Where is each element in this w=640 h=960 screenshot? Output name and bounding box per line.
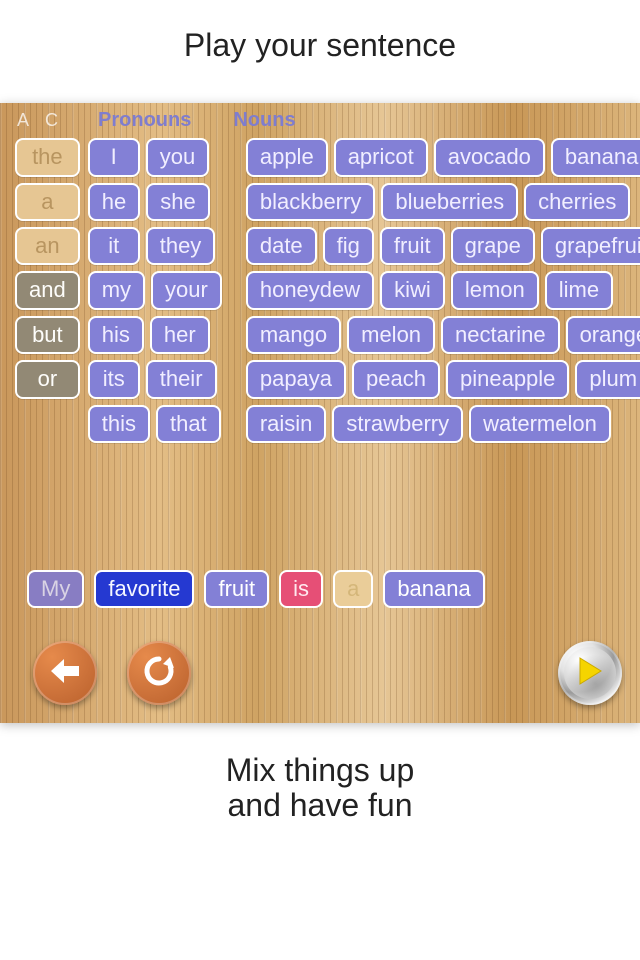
- header-articles: A C: [17, 110, 64, 131]
- word-tile[interactable]: honeydew: [246, 271, 374, 309]
- word-tile[interactable]: fig: [323, 227, 374, 265]
- sentence-tile[interactable]: favorite: [94, 570, 194, 608]
- word-tile[interactable]: apricot: [334, 138, 428, 176]
- word-tile[interactable]: blackberry: [246, 183, 375, 221]
- word-tile[interactable]: it: [88, 227, 140, 265]
- word-tile[interactable]: but: [15, 316, 80, 354]
- word-tile[interactable]: melon: [347, 316, 435, 354]
- word-tile[interactable]: raisin: [246, 405, 327, 443]
- category-header-row: A C Pronouns Nouns: [15, 109, 640, 132]
- header-nouns: Nouns: [233, 109, 295, 132]
- word-tile[interactable]: grapefruit: [541, 227, 640, 265]
- word-tile[interactable]: date: [246, 227, 317, 265]
- word-tile[interactable]: their: [146, 360, 217, 398]
- sentence-tile[interactable]: a: [333, 570, 373, 608]
- word-tile[interactable]: its: [88, 360, 140, 398]
- sentence-row: My favorite fruit is a banana: [27, 570, 485, 608]
- word-tile[interactable]: nectarine: [441, 316, 560, 354]
- sentence-tile[interactable]: is: [279, 570, 323, 608]
- caption-top: Play your sentence: [0, 0, 640, 103]
- word-tile[interactable]: apple: [246, 138, 328, 176]
- nouns-column: appleapricotavocadobanana blackberryblue…: [246, 138, 640, 443]
- word-tile[interactable]: orange: [566, 316, 640, 354]
- word-tile[interactable]: mango: [246, 316, 341, 354]
- refresh-icon: [141, 653, 177, 694]
- word-tile[interactable]: that: [156, 405, 221, 443]
- word-tile[interactable]: lemon: [451, 271, 539, 309]
- play-button[interactable]: [558, 641, 622, 705]
- word-tile[interactable]: or: [15, 360, 80, 398]
- word-tile[interactable]: her: [150, 316, 210, 354]
- word-tile[interactable]: I: [88, 138, 140, 176]
- word-tile[interactable]: kiwi: [380, 271, 445, 309]
- word-tile[interactable]: this: [88, 405, 150, 443]
- word-tile[interactable]: they: [146, 227, 216, 265]
- word-tile[interactable]: she: [146, 183, 209, 221]
- header-pronouns: Pronouns: [98, 109, 191, 132]
- word-tile[interactable]: lime: [545, 271, 613, 309]
- word-tile[interactable]: his: [88, 316, 144, 354]
- sentence-tile[interactable]: fruit: [204, 570, 269, 608]
- word-tile[interactable]: blueberries: [381, 183, 518, 221]
- play-icon: [577, 656, 603, 691]
- word-tile[interactable]: plum: [575, 360, 640, 398]
- word-tile[interactable]: banana: [551, 138, 640, 176]
- sentence-tile[interactable]: banana: [383, 570, 484, 608]
- word-tile[interactable]: he: [88, 183, 140, 221]
- back-button[interactable]: [33, 641, 97, 705]
- word-tile[interactable]: peach: [352, 360, 440, 398]
- word-tile[interactable]: cherries: [524, 183, 630, 221]
- refresh-button[interactable]: [127, 641, 191, 705]
- sentence-tile[interactable]: My: [27, 570, 84, 608]
- articles-column: the a an and but or: [15, 138, 80, 443]
- word-tile[interactable]: a: [15, 183, 80, 221]
- word-tile[interactable]: fruit: [380, 227, 445, 265]
- word-tile[interactable]: avocado: [434, 138, 545, 176]
- game-board: A C Pronouns Nouns the a an and but or I…: [0, 103, 640, 723]
- word-tile[interactable]: pineapple: [446, 360, 569, 398]
- controls-bar: [33, 641, 622, 705]
- word-tile[interactable]: your: [151, 271, 222, 309]
- word-tile[interactable]: watermelon: [469, 405, 611, 443]
- word-tile[interactable]: and: [15, 271, 80, 309]
- caption-bottom: Mix things up and have fun: [0, 723, 640, 853]
- word-tile[interactable]: the: [15, 138, 80, 176]
- word-tile[interactable]: an: [15, 227, 80, 265]
- pronouns-column: Iyou heshe itthey myyour hisher itstheir…: [88, 138, 222, 443]
- word-tile[interactable]: grape: [451, 227, 535, 265]
- word-tile[interactable]: papaya: [246, 360, 346, 398]
- word-tile[interactable]: you: [146, 138, 209, 176]
- word-tile[interactable]: my: [88, 271, 145, 309]
- arrow-left-icon: [48, 657, 82, 690]
- word-tile[interactable]: strawberry: [332, 405, 463, 443]
